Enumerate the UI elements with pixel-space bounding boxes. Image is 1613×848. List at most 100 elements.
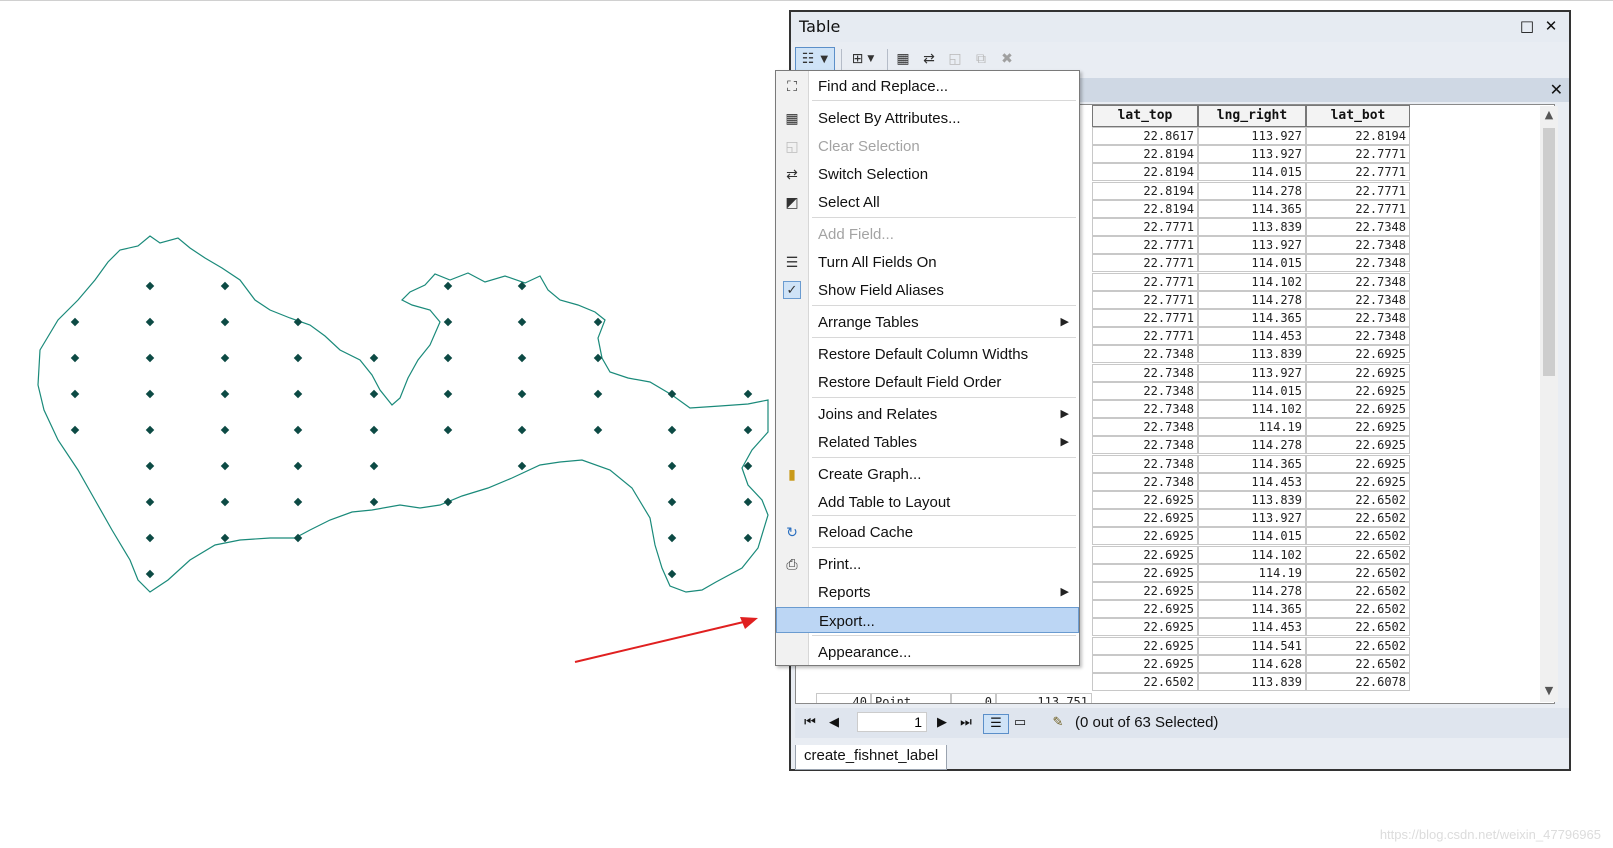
select-by-attributes-icon[interactable]: ▦ [891,47,915,71]
menu-item-select-all[interactable]: ◩ Select All [776,189,1079,215]
menu-item-turn-all-fields-on[interactable]: ☰ Turn All Fields On [776,249,1079,275]
menu-item-select-by-attributes[interactable]: ▦ Select By Attributes... [776,105,1079,131]
table-row[interactable]: 22.6502 113.839 22.6078 [796,673,1554,691]
next-record-icon[interactable]: ▶ [933,714,951,732]
table-cell-lat-bot[interactable]: 22.6925 [1306,472,1410,491]
menu-item-print[interactable]: ⎙ Print... [776,551,1079,577]
table-cell-lat-bot[interactable]: 22.6502 [1306,527,1410,546]
table-cell-lng-right[interactable]: 114.278 [1198,181,1306,200]
table-cell-lat-top[interactable]: 22.8194 [1092,163,1198,182]
table-cell-lat-top[interactable]: 22.7348 [1092,454,1198,473]
table-cell-shape[interactable]: Point [871,693,951,703]
table-tab-create-fishnet-label[interactable]: create_fishnet_label [795,745,948,770]
table-cell-lat-bot[interactable]: 22.6502 [1306,563,1410,582]
menu-item-joins-and-relates[interactable]: Joins and Relates ▶ [776,401,1079,427]
table-cell-lat-top[interactable]: 22.7348 [1092,472,1198,491]
table-cell-lat-bot[interactable]: 22.6925 [1306,381,1410,400]
menu-item-arrange-tables[interactable]: Arrange Tables ▶ [776,309,1079,335]
table-cell-lat-top[interactable]: 22.6925 [1092,582,1198,600]
delete-icon[interactable]: ✖ [995,47,1019,71]
table-cell-lat-bot[interactable]: 22.6502 [1306,600,1410,619]
column-header-lng-right[interactable]: lng_right [1198,105,1306,127]
menu-item-appearance[interactable]: Appearance... [776,639,1079,665]
maximize-icon[interactable]: □ [1519,18,1535,34]
table-cell-lng-right[interactable]: 114.365 [1198,600,1306,619]
table-cell-lat-top[interactable]: 22.7771 [1092,254,1198,273]
table-cell-lng-right[interactable]: 114.102 [1198,545,1306,564]
menu-item-restore-default-field-order[interactable]: Restore Default Field Order [776,369,1079,395]
table-cell-lat-top[interactable]: 22.8194 [1092,181,1198,200]
table-cell-lat-bot[interactable]: 22.6925 [1306,363,1410,382]
scrollbar-thumb[interactable] [1543,128,1555,376]
table-cell-lng-right[interactable]: 114.453 [1198,618,1306,637]
table-cell-lat-bot[interactable]: 22.6925 [1306,454,1410,473]
table-cell-lng-right[interactable]: 114.015 [1198,381,1306,400]
table-cell-lat-top[interactable]: 22.6925 [1092,509,1198,528]
table-cell-lng-right[interactable]: 114.19 [1198,418,1306,437]
menu-item-restore-default-column-widths[interactable]: Restore Default Column Widths [776,341,1079,367]
table-cell-lng-right[interactable]: 114.015 [1198,527,1306,546]
map-canvas[interactable] [0,0,800,700]
show-all-records-icon[interactable]: ☰ [983,714,1009,734]
menu-item-switch-selection[interactable]: ⇄ Switch Selection [776,161,1079,187]
column-header-lat-top[interactable]: lat_top [1092,105,1198,127]
table-cell-id[interactable]: 0 [951,693,996,703]
table-cell-lng-right[interactable]: 113.927 [1198,363,1306,382]
table-cell-lat-top[interactable]: 22.7348 [1092,345,1198,364]
table-cell-lat-bot[interactable]: 22.7771 [1306,199,1410,218]
table-cell-lng-right[interactable]: 113.839 [1198,218,1306,236]
table-cell-lat-top[interactable]: 22.6925 [1092,654,1198,673]
table-cell-lng-right[interactable]: 114.278 [1198,582,1306,600]
table-cell-lat-bot[interactable]: 22.7348 [1306,218,1410,236]
table-cell-lat-top[interactable]: 22.6925 [1092,545,1198,564]
menu-item-add-table-to-layout[interactable]: Add Table to Layout [776,489,1079,515]
table-cell-lat-top[interactable]: 22.6925 [1092,491,1198,509]
table-cell-lat-bot[interactable]: 22.7348 [1306,290,1410,309]
related-tables-button[interactable]: ⊞ ▼ [845,47,881,71]
table-cell-lat-top[interactable]: 22.6925 [1092,563,1198,582]
table-cell-lng-right[interactable]: 113.927 [1198,236,1306,255]
table-cell-lat-top[interactable]: 22.7771 [1092,309,1198,327]
table-cell-lng-left[interactable]: 113.751 [996,693,1092,703]
record-number-input[interactable]: 1 [857,712,927,732]
show-selected-records-icon[interactable]: ▭ [1011,714,1029,732]
table-cell-lat-top[interactable]: 22.8617 [1092,127,1198,145]
table-cell-lng-right[interactable]: 114.015 [1198,163,1306,182]
table-cell-lng-right[interactable]: 114.365 [1198,199,1306,218]
table-cell-lat-bot[interactable]: 22.6925 [1306,345,1410,364]
table-cell-lat-top[interactable]: 22.8194 [1092,145,1198,164]
table-cell-lat-top[interactable]: 22.6925 [1092,600,1198,619]
table-options-button[interactable]: ☷ ▼ [795,47,835,71]
first-record-icon[interactable]: ⏮ [801,714,819,732]
table-cell-lat-bot[interactable]: 22.7348 [1306,272,1410,291]
vertical-scrollbar[interactable]: ▲ ▼ [1540,106,1558,702]
table-cell-lng-right[interactable]: 113.839 [1198,491,1306,509]
menu-item-show-field-aliases[interactable]: ✓ Show Field Aliases [776,277,1079,303]
table-cell-lat-bot[interactable]: 22.6502 [1306,636,1410,655]
clear-selection-icon[interactable]: ◱ [943,47,967,71]
table-cell-lat-bot[interactable]: 22.7348 [1306,327,1410,346]
table-cell-lng-right[interactable]: 113.839 [1198,673,1306,691]
table-cell-lng-right[interactable]: 113.927 [1198,509,1306,528]
zoom-selected-icon[interactable]: ⧉ [969,47,993,71]
switch-selection-icon[interactable]: ⇄ [917,47,941,71]
menu-item-reload-cache[interactable]: ↻ Reload Cache [776,519,1079,545]
table-cell-lat-top[interactable]: 22.6502 [1092,673,1198,691]
table-cell-lng-right[interactable]: 113.927 [1198,145,1306,164]
table-cell-lat-bot[interactable]: 22.7771 [1306,181,1410,200]
menu-item-reports[interactable]: Reports ▶ [776,579,1079,605]
menu-item-clear-selection[interactable]: ◱ Clear Selection [776,133,1079,159]
previous-record-icon[interactable]: ◀ [825,714,843,732]
close-icon[interactable]: ✕ [1543,18,1559,34]
table-cell-lat-bot[interactable]: 22.7771 [1306,145,1410,164]
column-header-lat-bot[interactable]: lat_bot [1306,105,1410,127]
table-cell-lat-top[interactable]: 22.7348 [1092,418,1198,437]
menu-item-create-graph[interactable]: ▮ Create Graph... [776,461,1079,487]
table-cell-lat-bot[interactable]: 22.7771 [1306,163,1410,182]
table-cell-lng-right[interactable]: 114.541 [1198,636,1306,655]
table-cell-lng-right[interactable]: 114.19 [1198,563,1306,582]
menu-item-export[interactable]: Export... [776,607,1079,633]
close-icon[interactable]: ✕ [1550,80,1563,99]
menu-item-find-and-replace[interactable]: ⛶ Find and Replace... [776,73,1079,99]
table-cell-lat-top[interactable]: 22.7348 [1092,400,1198,418]
